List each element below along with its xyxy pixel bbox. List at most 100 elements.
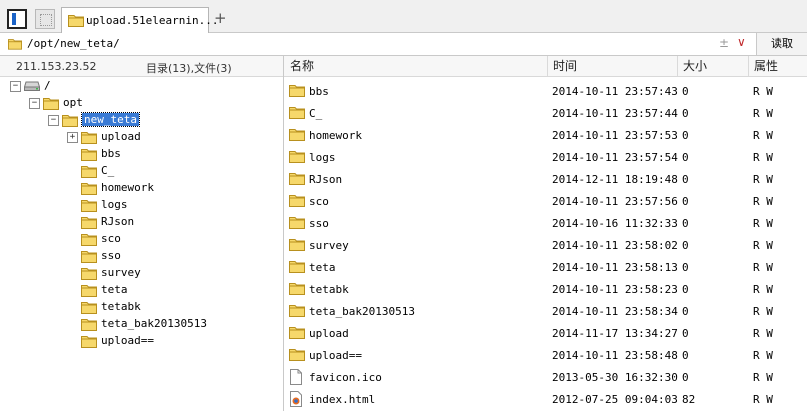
file-name: tetabk (309, 283, 349, 296)
file-size: 0 (682, 151, 689, 164)
file-time: 2014-10-16 11:32:33 (552, 217, 678, 230)
file-row[interactable]: C_ 2014-10-11 23:57:44 0 R W (284, 102, 807, 124)
file-row[interactable]: upload 2014-11-17 13:34:27 0 R W (284, 322, 807, 344)
file-row[interactable]: teta_bak20130513 2014-10-11 23:58:34 0 R W (284, 300, 807, 322)
file-attributes: R W (753, 349, 773, 362)
folder-icon (289, 259, 305, 276)
column-divider[interactable] (677, 56, 678, 76)
add-tab-button[interactable]: + (214, 9, 227, 27)
folder-icon (289, 347, 305, 364)
file-row[interactable]: sco 2014-10-11 23:57:56 0 R W (284, 190, 807, 212)
folder-icon (289, 105, 305, 122)
expand-toggle[interactable]: + (67, 132, 78, 143)
folder-icon (289, 303, 305, 320)
tree-node[interactable]: bbs (0, 146, 283, 163)
read-button[interactable]: 读取 (756, 33, 807, 55)
tree-node-label[interactable]: homework (101, 181, 154, 194)
address-bar: ± ∨ 读取 (0, 33, 807, 56)
tree-node[interactable]: − opt (0, 95, 283, 112)
chevron-down-icon[interactable]: ∨ (737, 35, 746, 49)
file-row[interactable]: logs 2014-10-11 23:57:54 0 R W (284, 146, 807, 168)
file-attributes: R W (753, 393, 773, 406)
file-time: 2013-05-30 16:32:30 (552, 371, 678, 384)
column-header-name[interactable]: 名称 (290, 56, 314, 76)
tree-node-label[interactable]: bbs (101, 147, 121, 160)
tree-node-label[interactable]: sso (101, 249, 121, 262)
folder-icon (81, 147, 97, 164)
tree-node[interactable]: sso (0, 248, 283, 265)
tree-node[interactable]: upload== (0, 333, 283, 350)
column-header-size[interactable]: 大小 (683, 56, 707, 76)
tree-node-label[interactable]: teta_bak20130513 (101, 317, 207, 330)
file-size: 0 (682, 261, 689, 274)
tree-node[interactable]: teta_bak20130513 (0, 316, 283, 333)
expand-toggle[interactable]: − (48, 115, 59, 126)
tree-node[interactable]: + upload (0, 129, 283, 146)
directory-summary: 目录(13),文件(3) (146, 62, 232, 75)
tree-node-label[interactable]: opt (63, 96, 83, 109)
file-attributes: R W (753, 107, 773, 120)
tree-node-label[interactable]: sco (101, 232, 121, 245)
file-row[interactable]: upload== 2014-10-11 23:58:48 0 R W (284, 344, 807, 366)
tree-node-label[interactable]: teta (101, 283, 128, 296)
tree-node[interactable]: RJson (0, 214, 283, 231)
file-size: 0 (682, 129, 689, 142)
file-size: 0 (682, 305, 689, 318)
file-size: 0 (682, 173, 689, 186)
tree-node-label[interactable]: C_ (101, 164, 114, 177)
tree-node-label[interactable]: new_teta (81, 112, 140, 127)
panel-toggle-icon[interactable] (7, 9, 27, 29)
tree-node-label[interactable]: tetabk (101, 300, 141, 313)
file-row[interactable]: bbs 2014-10-11 23:57:43 0 R W (284, 80, 807, 102)
file-row[interactable]: index.html 2012-07-25 09:04:03 82 R W (284, 388, 807, 410)
file-attributes: R W (753, 327, 773, 340)
file-row[interactable]: favicon.ico 2013-05-30 16:32:30 0 R W (284, 366, 807, 388)
tree-node[interactable]: homework (0, 180, 283, 197)
file-name: favicon.ico (309, 371, 382, 384)
file-attributes: R W (753, 217, 773, 230)
file-row[interactable]: RJson 2014-12-11 18:19:48 0 R W (284, 168, 807, 190)
column-header-attributes[interactable]: 属性 (754, 56, 778, 76)
tree-node[interactable]: logs (0, 197, 283, 214)
tab-active[interactable]: upload.51elearnin... (61, 7, 218, 33)
file-name: upload (309, 327, 349, 340)
column-divider[interactable] (547, 56, 548, 76)
file-name: logs (309, 151, 336, 164)
file-size: 0 (682, 217, 689, 230)
expand-toggle[interactable]: − (10, 81, 21, 92)
file-size: 0 (682, 371, 689, 384)
tree-node[interactable]: sco (0, 231, 283, 248)
file-row[interactable]: sso 2014-10-16 11:32:33 0 R W (284, 212, 807, 234)
tree-node-label[interactable]: upload== (101, 334, 154, 347)
bookmark-icon[interactable]: ± (719, 36, 729, 50)
file-attributes: R W (753, 283, 773, 296)
column-header-time[interactable]: 时间 (553, 56, 577, 76)
folder-icon (289, 171, 305, 188)
tree-node[interactable]: − / (0, 78, 283, 95)
file-row[interactable]: homework 2014-10-11 23:57:53 0 R W (284, 124, 807, 146)
tree-node-label[interactable]: / (44, 79, 51, 92)
tree-node[interactable]: survey (0, 265, 283, 282)
file-name: RJson (309, 173, 343, 186)
file-icon (289, 369, 303, 388)
folder-icon (43, 96, 59, 113)
file-row[interactable]: survey 2014-10-11 23:58:02 0 R W (284, 234, 807, 256)
tree-node-label[interactable]: RJson (101, 215, 134, 228)
tree-node[interactable]: tetabk (0, 299, 283, 316)
file-time: 2014-10-11 23:57:56 (552, 195, 678, 208)
tree-node-label[interactable]: logs (101, 198, 128, 211)
tree-node-label[interactable]: upload (101, 130, 141, 143)
file-row[interactable]: tetabk 2014-10-11 23:58:23 0 R W (284, 278, 807, 300)
file-size: 0 (682, 327, 689, 340)
path-input[interactable] (27, 37, 667, 50)
tree-node[interactable]: − new_teta (0, 112, 283, 129)
tree-node[interactable]: C_ (0, 163, 283, 180)
folder-icon (81, 266, 97, 283)
file-row[interactable]: teta 2014-10-11 23:58:13 0 R W (284, 256, 807, 278)
tree-node[interactable]: teta (0, 282, 283, 299)
blank-tab-icon[interactable] (35, 9, 55, 29)
list-header: 名称 时间 大小 属性 (284, 56, 807, 77)
expand-toggle[interactable]: − (29, 98, 40, 109)
column-divider[interactable] (748, 56, 749, 76)
tree-node-label[interactable]: survey (101, 266, 141, 279)
